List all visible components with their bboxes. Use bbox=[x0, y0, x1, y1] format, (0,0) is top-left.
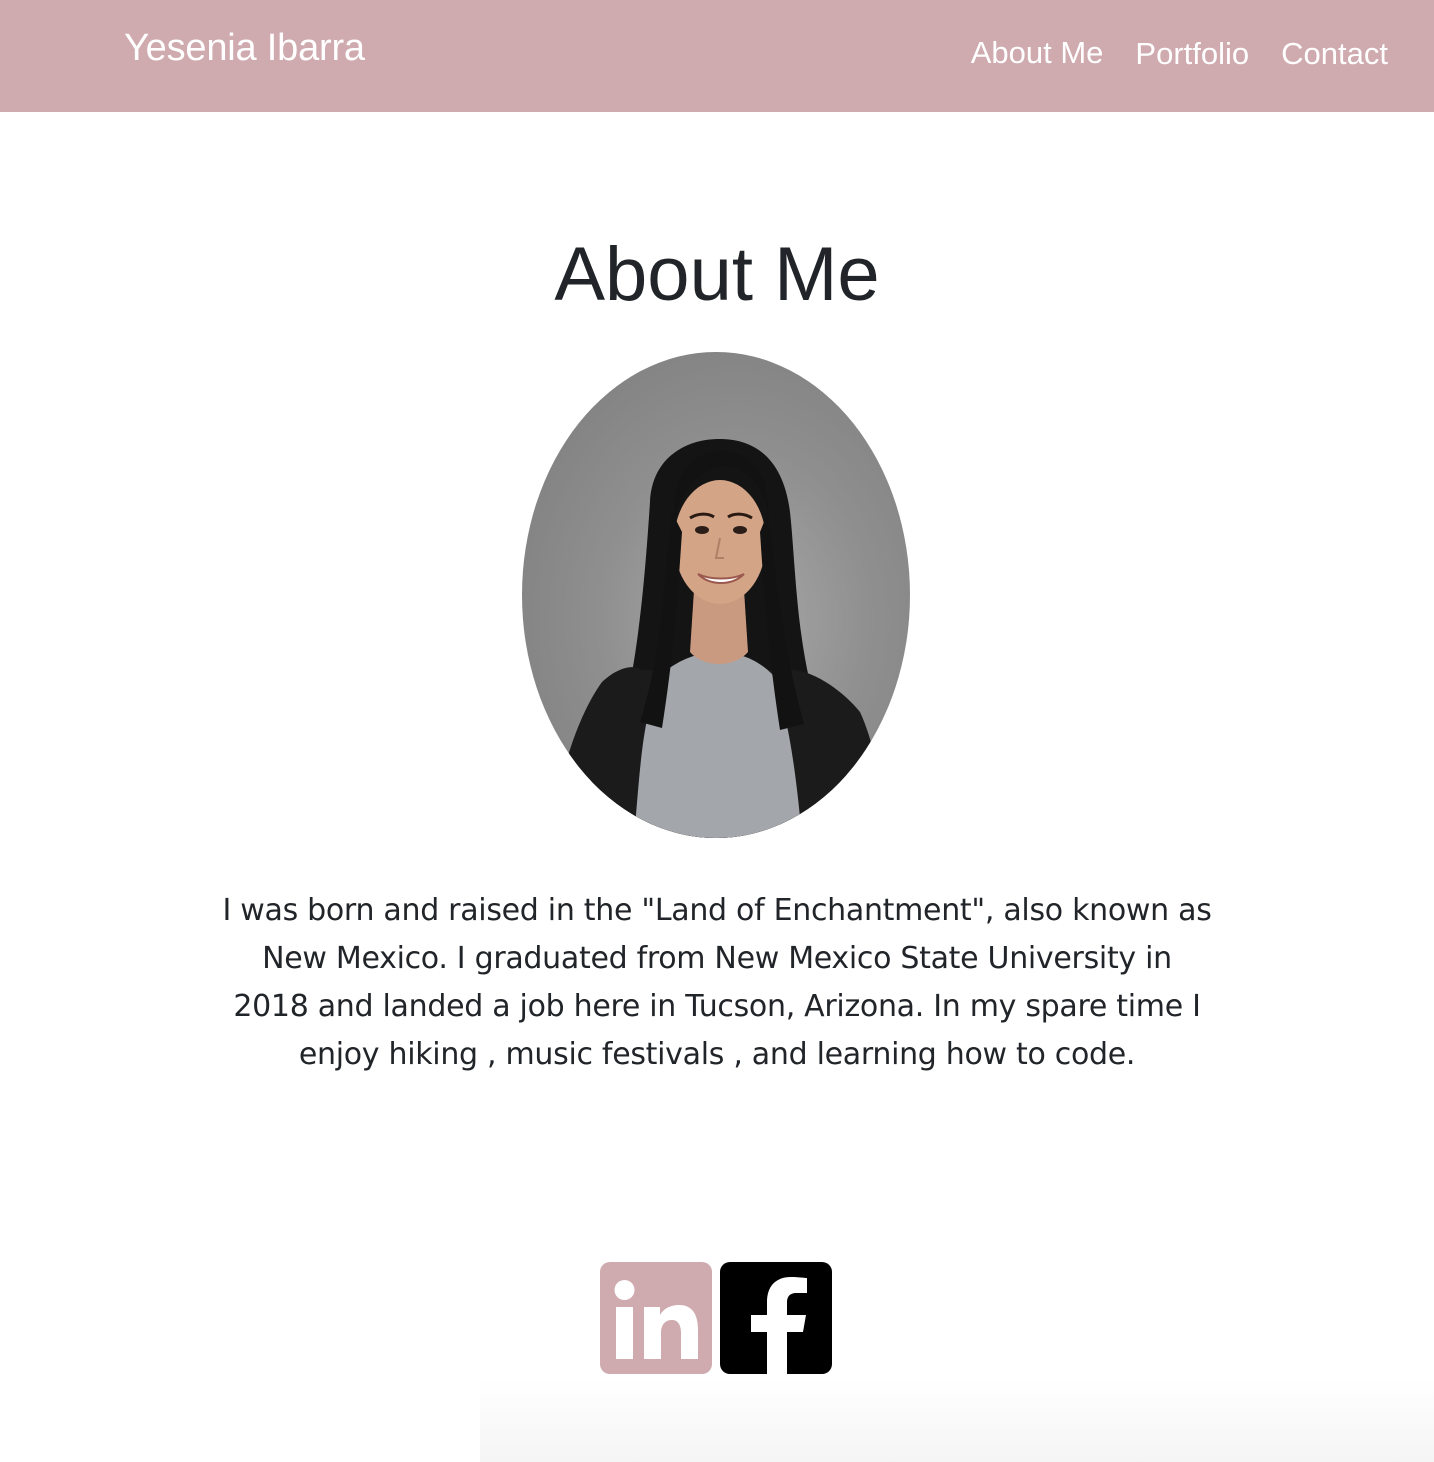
nav-link-contact[interactable]: Contact bbox=[1281, 34, 1388, 74]
bio-text: I was born and raised in the "Land of En… bbox=[222, 893, 1212, 1072]
linkedin-icon bbox=[614, 1280, 698, 1359]
page-title: About Me bbox=[554, 232, 880, 317]
profile-photo-illustration bbox=[552, 438, 888, 838]
navbar: Yesenia Ibarra About Me Portfolio Contac… bbox=[0, 0, 1434, 112]
facebook-icon bbox=[751, 1277, 807, 1374]
brand-link[interactable]: Yesenia Ibarra bbox=[124, 26, 365, 70]
nav-link-about-me[interactable]: About Me bbox=[971, 33, 1104, 73]
facebook-link[interactable] bbox=[720, 1262, 832, 1374]
page-bottom-shadow bbox=[480, 1380, 1434, 1462]
nav-link-portfolio[interactable]: Portfolio bbox=[1135, 34, 1249, 74]
linkedin-link[interactable] bbox=[600, 1262, 712, 1374]
social-links bbox=[600, 1262, 832, 1374]
profile-photo bbox=[522, 352, 910, 838]
nav-links: About Me Portfolio Contact bbox=[939, 32, 1388, 74]
